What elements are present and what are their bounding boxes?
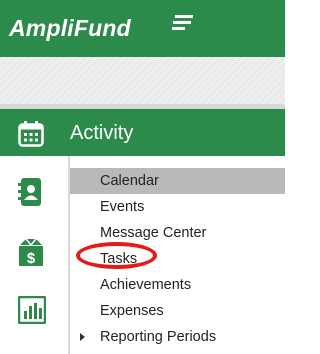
- menu-item-label: Tasks: [100, 251, 138, 267]
- app-logo[interactable]: AmpliFund: [9, 14, 131, 42]
- menu-item-achievements[interactable]: Achievements: [70, 272, 285, 298]
- menu-item-label: Achievements: [100, 277, 192, 293]
- reports-chart-icon[interactable]: [18, 296, 46, 324]
- menu-item-calendar[interactable]: Calendar: [70, 168, 285, 194]
- header-spacer: [0, 57, 285, 104]
- menu-item-label: Events: [100, 199, 145, 215]
- menu-item-tasks[interactable]: Tasks: [70, 246, 285, 272]
- calendar-icon: [18, 121, 44, 147]
- menu-item-reporting-periods[interactable]: Reporting Periods: [70, 324, 285, 350]
- menu-item-message-center[interactable]: Message Center: [70, 220, 285, 246]
- funds-box-icon[interactable]: $: [18, 237, 44, 267]
- top-bar: AmpliFund: [0, 0, 285, 57]
- menu-item-expenses[interactable]: Expenses: [70, 298, 285, 324]
- menu-item-label: Expenses: [100, 303, 164, 319]
- menu-item-label: Calendar: [100, 173, 159, 189]
- menu-item-events[interactable]: Events: [70, 194, 285, 220]
- expand-caret-icon[interactable]: [80, 333, 85, 341]
- menu-item-label: Reporting Periods: [100, 329, 217, 345]
- section-title: Activity: [70, 122, 134, 144]
- menu-item-label: Message Center: [100, 225, 207, 241]
- activity-submenu: Calendar Events Message Center Tasks Ach…: [70, 168, 285, 354]
- amplifund-flag-icon: [172, 15, 193, 30]
- svg-text:$: $: [27, 250, 36, 267]
- contacts-icon[interactable]: [18, 178, 44, 206]
